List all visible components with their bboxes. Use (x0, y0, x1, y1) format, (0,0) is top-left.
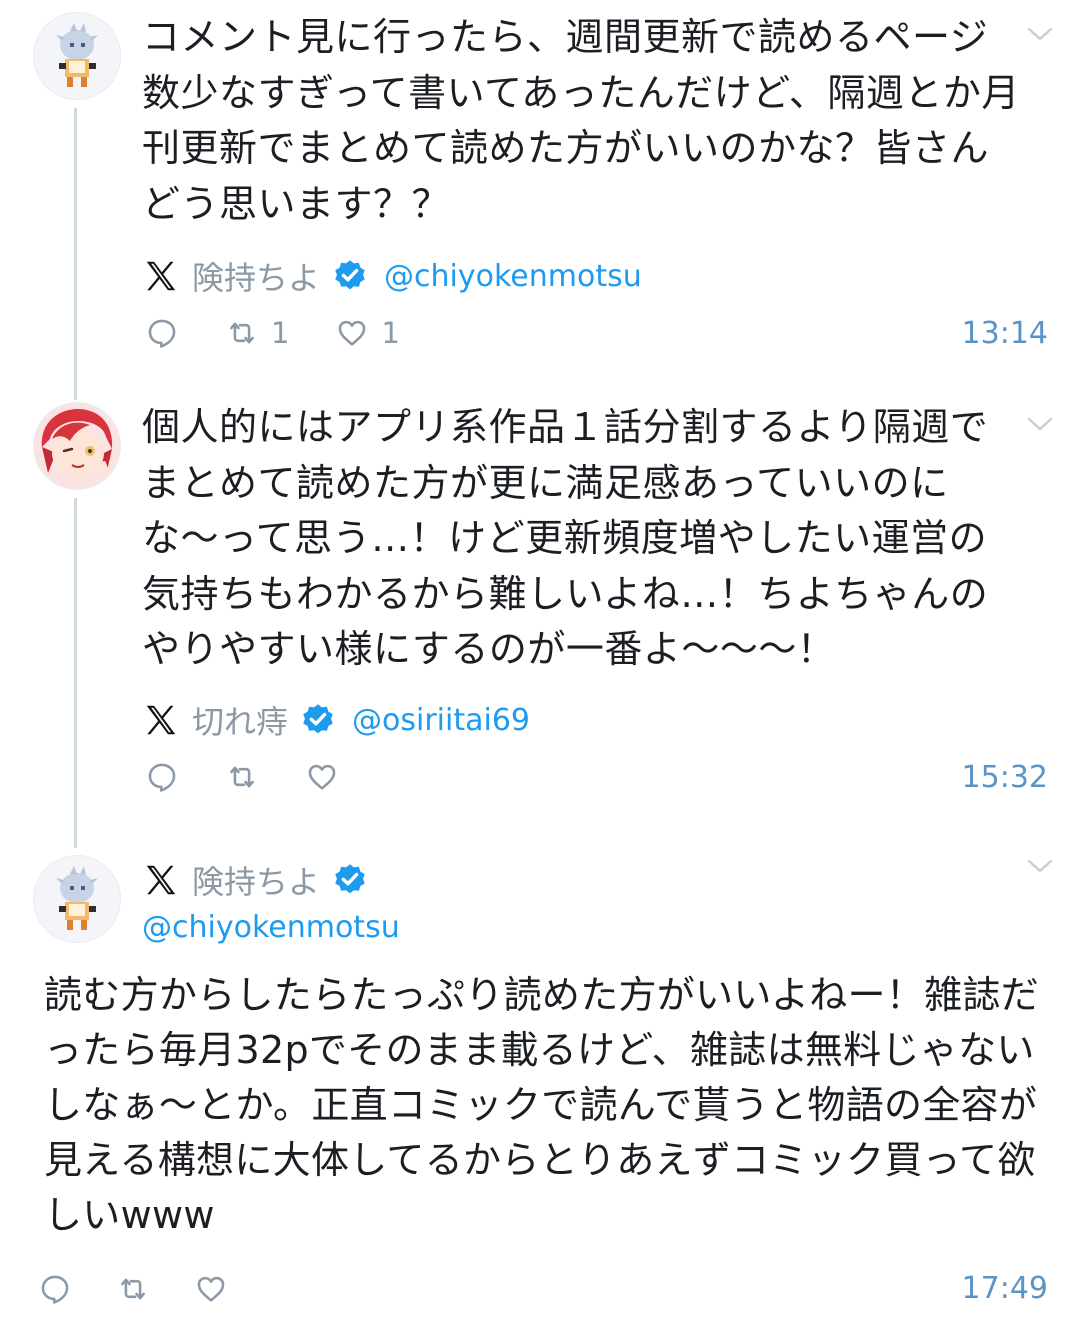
timestamp[interactable]: 17:49 (962, 1271, 1048, 1306)
reply-button[interactable] (145, 316, 179, 350)
heart-icon (308, 764, 336, 790)
tweet-text: コメント見に行ったら、週間更新で読めるページ数少なすぎって書いてあったんだけど、… (142, 15, 1020, 226)
like-button[interactable] (305, 760, 339, 794)
like-button[interactable] (194, 1272, 228, 1306)
more-options-chevron-icon[interactable] (1026, 414, 1054, 434)
user-handle[interactable]: @osiriitai69 (352, 703, 530, 738)
verified-badge-icon (332, 862, 368, 898)
tweet-text: 個人的にはアプリ系作品１話分割するより隔週でまとめて読めた方が更に満足感あってい… (142, 405, 989, 671)
tweet-author: 切れ痔 @osiriitai69 (142, 696, 530, 744)
heart-icon (339, 320, 366, 346)
verified-badge-icon (332, 258, 368, 294)
display-name[interactable]: 切れ痔 (192, 697, 288, 743)
user-handle[interactable]: @chiyokenmotsu (142, 910, 400, 945)
retweet-icon (230, 766, 254, 788)
reply-button[interactable] (38, 1272, 72, 1306)
retweet-button[interactable] (225, 760, 259, 794)
avatar[interactable] (33, 12, 121, 100)
more-options-chevron-icon[interactable] (1026, 24, 1054, 44)
tweet-author: 険持ちよ @chiyokenmotsu (142, 856, 400, 945)
tweet-text: 読む方からしたらたっぷり読めた方がいいよねー！雑誌だったら毎月32pでそのまま載… (44, 973, 1040, 1237)
thread-line (74, 498, 77, 848)
reply-button[interactable] (145, 760, 179, 794)
heart-icon (197, 1276, 225, 1302)
timestamp[interactable]: 15:32 (962, 760, 1048, 795)
verified-badge-icon (300, 702, 336, 738)
reply-icon (41, 1275, 69, 1304)
like-button[interactable]: 1 (335, 316, 400, 350)
tweet-actions (38, 1265, 274, 1313)
x-logo-icon (142, 861, 180, 899)
user-handle[interactable]: @chiyokenmotsu (384, 259, 642, 294)
like-count: 1 (381, 316, 400, 350)
reply-icon (148, 763, 176, 792)
timestamp[interactable]: 13:14 (962, 316, 1048, 351)
retweet-icon (230, 322, 254, 344)
retweet-count: 1 (271, 316, 290, 350)
reply-icon (148, 319, 176, 348)
retweet-icon (121, 1278, 145, 1300)
thread-line (74, 108, 77, 400)
avatar[interactable] (33, 402, 121, 490)
display-name[interactable]: 険持ちよ (192, 857, 320, 903)
display-name[interactable]: 険持ちよ (192, 253, 320, 299)
tweet-author: 険持ちよ @chiyokenmotsu (142, 252, 642, 300)
more-options-chevron-icon[interactable] (1026, 856, 1054, 876)
avatar[interactable] (33, 855, 121, 943)
retweet-button[interactable]: 1 (225, 316, 289, 350)
x-logo-icon (142, 701, 180, 739)
x-logo-icon (142, 257, 180, 295)
tweet-actions: 1 1 (145, 309, 446, 357)
retweet-button[interactable] (116, 1272, 150, 1306)
tweet-actions (145, 753, 385, 801)
